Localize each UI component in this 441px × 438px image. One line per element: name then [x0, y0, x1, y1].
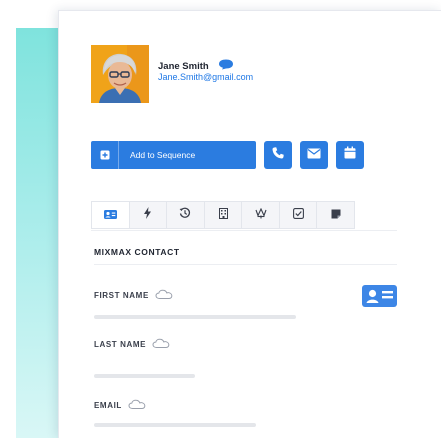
cloud-icon — [152, 338, 170, 351]
calendar-icon — [344, 146, 356, 164]
cloud-icon — [128, 399, 146, 412]
contact-name: Jane Smith — [158, 60, 209, 72]
tab-history[interactable] — [167, 202, 205, 228]
checkbox-icon — [292, 206, 304, 224]
envelope-icon — [307, 146, 321, 164]
contact-tab-bar — [91, 201, 355, 229]
contact-email-link[interactable]: Jane.Smith@gmail.com — [158, 72, 253, 82]
lightning-icon — [143, 206, 152, 224]
email-value-placeholder[interactable] — [94, 423, 256, 427]
email-button[interactable] — [300, 141, 328, 169]
last-name-label-text: LAST NAME — [94, 340, 147, 349]
tab-bar-divider — [91, 230, 397, 231]
schedule-button[interactable] — [336, 141, 364, 169]
last-name-value-placeholder[interactable] — [94, 374, 195, 378]
phone-icon — [271, 146, 285, 165]
tab-notes[interactable] — [317, 202, 354, 228]
contact-card-icon[interactable] — [362, 285, 397, 307]
add-to-sequence-label: Add to Sequence — [130, 150, 196, 160]
note-icon — [331, 206, 341, 224]
first-name-label: FIRST NAME — [94, 289, 173, 302]
tab-tasks[interactable] — [280, 202, 318, 228]
add-to-sequence-button[interactable]: Add to Sequence — [91, 141, 256, 169]
first-name-label-text: FIRST NAME — [94, 291, 149, 300]
cloud-icon — [155, 289, 173, 302]
contact-card-icon — [103, 206, 117, 224]
section-divider — [94, 264, 397, 265]
call-button[interactable] — [264, 141, 292, 169]
avatar — [91, 45, 149, 103]
first-name-value-placeholder[interactable] — [94, 315, 296, 319]
tab-salesforce[interactable] — [242, 202, 280, 228]
tab-activity[interactable] — [130, 202, 168, 228]
tab-contact[interactable] — [92, 202, 130, 228]
plus-square-icon — [91, 141, 119, 169]
tab-company[interactable] — [205, 202, 243, 228]
action-toolbar: Add to Sequence — [91, 141, 364, 169]
decorative-gradient-strip — [16, 28, 60, 438]
crown-icon — [255, 206, 267, 224]
building-icon — [218, 206, 228, 224]
email-label: EMAIL — [94, 399, 146, 412]
email-label-text: EMAIL — [94, 401, 122, 410]
contact-sidebar-panel: Jane Smith Jane.Smith@gmail.com Add to S… — [58, 10, 441, 438]
section-title: MIXMAX CONTACT — [94, 247, 180, 257]
last-name-label: LAST NAME — [94, 338, 170, 351]
history-icon — [179, 206, 191, 224]
